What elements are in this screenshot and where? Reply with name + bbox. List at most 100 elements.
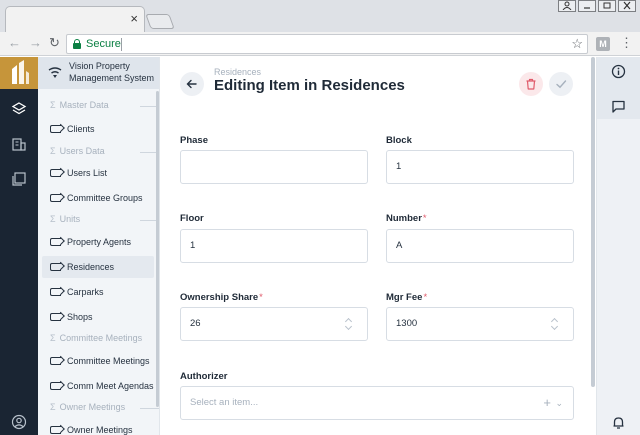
info-icon[interactable] bbox=[611, 64, 626, 84]
extension-icon[interactable]: M bbox=[596, 37, 610, 51]
stepper-icon[interactable] bbox=[551, 317, 559, 331]
group-units[interactable]: Σ Units bbox=[50, 214, 159, 224]
number-label: Number* bbox=[386, 213, 427, 224]
sidebar-item-owner-meetings[interactable]: Owner Meetings bbox=[42, 419, 154, 435]
sidebar-item-property-agents[interactable]: Property Agents bbox=[42, 231, 154, 253]
building-icon[interactable] bbox=[11, 136, 27, 152]
app-name: Vision Property Management System bbox=[69, 61, 155, 83]
group-label: Units bbox=[59, 214, 81, 224]
sidebar-item-label: Comm Meet Agendas bbox=[67, 381, 154, 391]
sidebar-item-committee-meetings[interactable]: Committee Meetings bbox=[42, 350, 154, 372]
tag-icon bbox=[50, 357, 61, 365]
bookmark-star-icon[interactable]: ☆ bbox=[571, 36, 583, 52]
group-label: Users Data bbox=[59, 146, 105, 156]
block-label: Block bbox=[386, 135, 412, 146]
address-bar[interactable]: Secure ☆ bbox=[66, 34, 588, 54]
ownership-share-input[interactable]: 26 bbox=[180, 307, 368, 341]
group-master-data[interactable]: Σ Master Data bbox=[50, 100, 159, 110]
sidebar-item-comm-meet-agendas[interactable]: Comm Meet Agendas bbox=[42, 375, 154, 397]
collapse-icon: Σ bbox=[50, 146, 56, 156]
block-field[interactable]: 1 bbox=[386, 150, 574, 184]
collapse-icon: Σ bbox=[50, 333, 56, 343]
sidebar-item-label: Property Agents bbox=[67, 237, 132, 247]
sidebar-item-shops[interactable]: Shops bbox=[42, 306, 154, 328]
check-icon bbox=[556, 80, 567, 89]
tag-icon bbox=[50, 125, 61, 133]
sidebar-item-label: Clients bbox=[67, 124, 95, 134]
app-logo[interactable] bbox=[0, 57, 38, 89]
user-icon[interactable] bbox=[558, 0, 576, 12]
main-scrollbar[interactable] bbox=[591, 57, 595, 387]
tab-close-icon[interactable]: × bbox=[130, 12, 138, 25]
tag-icon bbox=[50, 426, 61, 434]
sidebar-item-label: Carparks bbox=[67, 287, 104, 297]
new-tab-button[interactable] bbox=[145, 14, 175, 29]
bell-icon[interactable] bbox=[611, 415, 626, 435]
tag-icon bbox=[50, 313, 61, 321]
group-divider bbox=[140, 408, 159, 409]
close-window-icon[interactable] bbox=[618, 0, 636, 12]
tag-icon bbox=[50, 382, 61, 390]
reload-icon[interactable]: ↻ bbox=[49, 35, 60, 51]
required-marker: * bbox=[422, 213, 427, 224]
sidebar-item-clients[interactable]: Clients bbox=[42, 118, 154, 140]
sidebar-item-label: Residences bbox=[67, 262, 115, 272]
lock-icon bbox=[73, 39, 81, 49]
ownership-share-label: Ownership Share* bbox=[180, 292, 263, 303]
wifi-logo-icon bbox=[48, 66, 62, 84]
sidebar-item-carparks[interactable]: Carparks bbox=[42, 281, 154, 303]
save-button[interactable] bbox=[549, 72, 573, 96]
collapse-icon: Σ bbox=[50, 402, 56, 412]
ownership-share-label-text: Ownership Share bbox=[180, 292, 259, 303]
group-label: Master Data bbox=[59, 100, 109, 110]
mgr-fee-label: Mgr Fee* bbox=[386, 292, 427, 303]
authorizer-select[interactable]: Select an item... + ⌄ bbox=[180, 386, 574, 420]
back-button[interactable] bbox=[180, 72, 204, 96]
sidebar-item-residences[interactable]: Residences bbox=[42, 256, 154, 278]
sidebar-item-label: Committee Groups bbox=[67, 193, 143, 203]
window-controls bbox=[556, 0, 636, 12]
group-owner-meetings[interactable]: Σ Owner Meetings bbox=[50, 402, 159, 412]
tag-icon bbox=[50, 194, 61, 202]
floor-label: Floor bbox=[180, 213, 204, 224]
sidebar-item-users-list[interactable]: Users List bbox=[42, 162, 154, 184]
sidebar-item-committee-groups[interactable]: Committee Groups bbox=[42, 187, 154, 209]
phase-label: Phase bbox=[180, 135, 208, 146]
forward-arrow-icon[interactable]: → bbox=[29, 35, 42, 51]
gallery-icon[interactable] bbox=[11, 171, 27, 187]
group-label: Committee Meetings bbox=[59, 333, 143, 343]
page-title: Editing Item in Residences bbox=[214, 77, 405, 94]
sidebar-item-label: Committee Meetings bbox=[67, 356, 150, 366]
maximize-icon[interactable] bbox=[598, 0, 616, 12]
back-arrow-icon bbox=[186, 79, 197, 89]
required-marker: * bbox=[259, 292, 263, 303]
delete-button[interactable] bbox=[519, 72, 543, 96]
browser-tab[interactable]: × bbox=[5, 6, 145, 32]
group-committee-meetings[interactable]: Σ Committee Meetings bbox=[50, 333, 142, 343]
tag-icon bbox=[50, 288, 61, 296]
phase-field[interactable] bbox=[180, 150, 368, 184]
authorizer-label: Authorizer bbox=[180, 371, 228, 382]
sidebar-item-label: Owner Meetings bbox=[67, 425, 133, 435]
account-icon[interactable] bbox=[11, 414, 27, 430]
minimize-icon[interactable] bbox=[578, 0, 596, 12]
stepper-icon[interactable] bbox=[345, 317, 353, 331]
browser-toolbar: ← → ↻ Secure ☆ M ⋮ bbox=[0, 32, 640, 56]
browser-tabstrip: × bbox=[0, 0, 640, 32]
main-panel: Residences Editing Item in Residences Ph… bbox=[160, 57, 596, 435]
comments-icon[interactable] bbox=[611, 99, 626, 119]
floor-field[interactable]: 1 bbox=[180, 229, 368, 263]
chevron-down-icon[interactable]: ⌄ bbox=[555, 387, 563, 419]
sidebar-item-label: Shops bbox=[67, 312, 93, 322]
mgr-fee-value: 1300 bbox=[396, 318, 418, 329]
plus-icon[interactable]: + bbox=[543, 387, 551, 419]
number-field[interactable]: A bbox=[386, 229, 574, 263]
browser-menu-icon[interactable]: ⋮ bbox=[620, 36, 633, 50]
group-users-data[interactable]: Σ Users Data bbox=[50, 146, 159, 156]
breadcrumb[interactable]: Residences bbox=[214, 67, 261, 77]
back-arrow-icon[interactable]: ← bbox=[8, 35, 21, 51]
collapse-icon: Σ bbox=[50, 214, 56, 224]
mgr-fee-input[interactable]: 1300 bbox=[386, 307, 574, 341]
layers-icon[interactable] bbox=[11, 101, 27, 117]
sidebar-scrollbar[interactable] bbox=[156, 91, 159, 407]
